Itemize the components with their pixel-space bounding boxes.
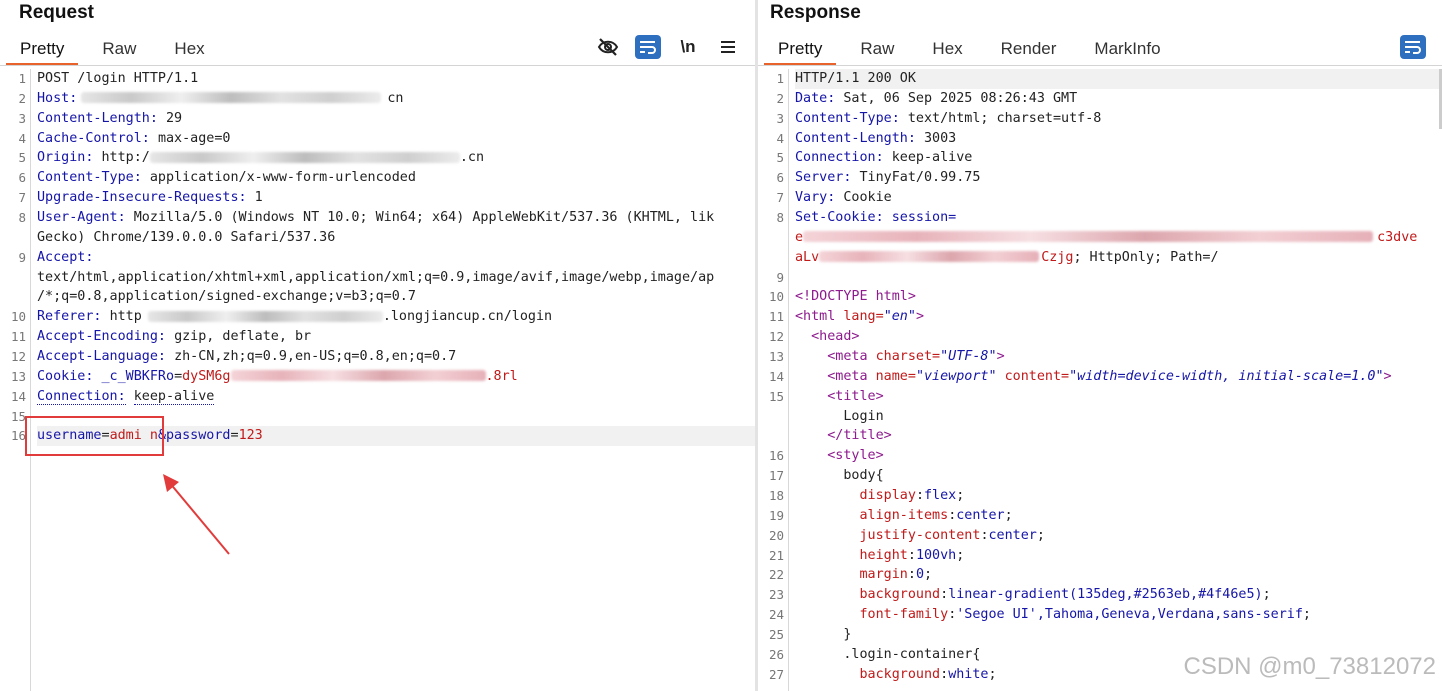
request-toolbar: \n	[581, 34, 741, 60]
newline-toggle-button[interactable]: \n	[675, 35, 701, 59]
response-code[interactable]: 1 HTTP/1.1 200 OK 2 Date: Sat, 06 Sep 2025…	[768, 69, 1442, 685]
code-line: 6 Content-Type: application/x-www-form-ur…	[18, 170, 416, 186]
code-line: 8 User-Agent: Mozilla/5.0 (Windows NT 10.…	[18, 210, 715, 226]
code-line: 5 Origin: http:/.cn	[18, 150, 485, 166]
code-line: 2 Date: Sat, 06 Sep 2025 08:26:43 GMT	[776, 90, 1078, 106]
code-line: 14 Connection: keep-alive	[10, 388, 215, 405]
response-pane: Response Pretty Raw Hex Render MarkInfo …	[758, 0, 1442, 691]
code-line: 16 <style>	[768, 448, 884, 464]
code-line: 25 }	[768, 627, 852, 643]
tab-markinfo[interactable]: MarkInfo	[1094, 34, 1160, 66]
response-toolbar: \n	[1386, 34, 1442, 60]
code-line: 18 display:flex;	[768, 488, 965, 504]
tab-raw[interactable]: Raw	[860, 34, 894, 66]
code-line: 19 align-items:center;	[768, 507, 1013, 523]
code-line: 12 <head>	[768, 329, 860, 345]
code-line: 20 justify-content:center;	[768, 527, 1045, 543]
code-line: e c3dve	[795, 229, 1418, 245]
code-line: 22 margin:0;	[768, 567, 933, 583]
code-line: 1 POST /login HTTP/1.1	[18, 71, 199, 86]
tab-render[interactable]: Render	[1001, 34, 1057, 66]
code-line: 6 Server: TinyFat/0.99.75	[776, 170, 981, 186]
response-tabbar-divider	[758, 65, 1442, 66]
code-line: 12 Accept-Language: zh-CN,zh;q=0.9,en-US;…	[10, 349, 457, 365]
request-title: Request	[19, 2, 94, 23]
code-line: 13 <meta charset="UTF-8">	[768, 349, 1005, 365]
code-line: 1 HTTP/1.1 200 OK	[776, 69, 1442, 89]
code-line: 21 height:100vh;	[768, 547, 965, 563]
request-editor[interactable]: 1 POST /login HTTP/1.1 2 Host: cn 3 Content-…	[0, 69, 755, 691]
watermark: CSDN @m0_73812072	[1183, 653, 1436, 680]
tab-hex[interactable]: Hex	[174, 34, 204, 66]
code-line: Gecko) Chrome/139.0.0.0 Safari/537.36	[37, 229, 336, 245]
code-line: 13 Cookie: _c_WBKFRo=dySM6g .8rl	[10, 368, 518, 384]
response-editor[interactable]: 1 HTTP/1.1 200 OK 2 Date: Sat, 06 Sep 2025…	[758, 69, 1442, 691]
code-line: 8 Set-Cookie: session=	[776, 210, 957, 226]
code-line: 10 <!DOCTYPE html>	[768, 289, 916, 305]
code-line: 9	[776, 269, 784, 285]
code-line: 11 <html lang="en">	[768, 309, 924, 325]
code-line: 14 <meta name="viewport" content="width=…	[768, 368, 1392, 384]
tab-hex[interactable]: Hex	[932, 34, 962, 66]
code-line: 2 Host: cn	[18, 90, 404, 106]
eye-slash-icon[interactable]	[595, 35, 621, 59]
code-line: 7 Upgrade-Insecure-Requests: 1	[18, 190, 263, 206]
code-line: 4 Cache-Control: max-age=0	[18, 130, 231, 146]
code-line: 10 Referer: http .longjiancup.cn/login	[10, 309, 553, 325]
code-line: 3 Content-Type: text/html; charset=utf-8	[776, 110, 1102, 126]
code-line: 5 Connection: keep-alive	[776, 150, 973, 166]
highlight-box	[25, 416, 164, 456]
code-line: text/html,application/xhtml+xml,applicat…	[37, 269, 715, 285]
code-line: Login	[843, 408, 884, 424]
wrap-lines-icon[interactable]	[635, 35, 661, 59]
code-line: 15 <title>	[768, 388, 884, 404]
request-pane: Request Pretty Raw Hex \n 1 POST /login H…	[0, 0, 755, 691]
response-title: Response	[770, 2, 861, 23]
code-line: 11 Accept-Encoding: gzip, deflate, br	[10, 329, 312, 345]
code-line: 9 Accept:	[18, 249, 94, 265]
wrap-lines-icon[interactable]	[1400, 35, 1426, 59]
hamburger-menu-icon[interactable]	[715, 35, 741, 59]
request-tabs: Pretty Raw Hex	[6, 34, 243, 66]
code-line: 7 Vary: Cookie	[776, 190, 892, 206]
code-line: 3 Content-Length: 29	[18, 110, 183, 126]
code-line: </title>	[827, 428, 892, 444]
tab-raw[interactable]: Raw	[102, 34, 136, 66]
request-code[interactable]: 1 POST /login HTTP/1.1 2 Host: cn 3 Content-…	[10, 69, 755, 447]
tab-pretty[interactable]: Pretty	[764, 34, 837, 66]
code-line: /*;q=0.8,application/signed-exchange;v=b…	[37, 289, 416, 305]
code-line: aLv Czjg; HttpOnly; Path=/	[795, 249, 1219, 265]
code-line: 17 body{	[768, 468, 884, 484]
code-line: 23 background:linear-gradient(135deg,#25…	[768, 587, 1271, 603]
tab-pretty[interactable]: Pretty	[6, 34, 79, 66]
code-line: 4 Content-Length: 3003	[776, 130, 957, 146]
request-tabbar-divider	[0, 65, 755, 66]
red-arrow-annotation	[163, 474, 230, 555]
response-tabs: Pretty Raw Hex Render MarkInfo	[764, 34, 1199, 66]
code-line: 24 font-family:'Segoe UI',Tahoma,Geneva,…	[768, 607, 1311, 623]
